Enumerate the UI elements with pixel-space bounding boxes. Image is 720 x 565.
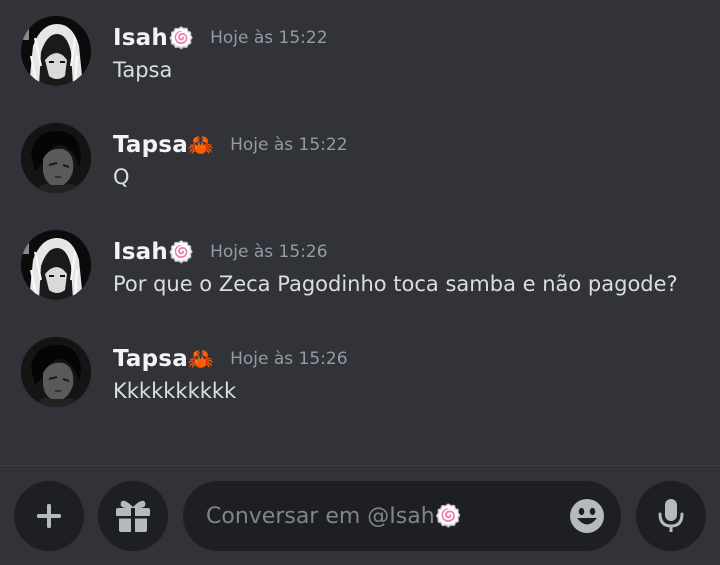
message-content: Q [113,165,130,189]
voice-button[interactable] [636,481,706,551]
timestamp: Hoje às 15:22 [210,28,328,48]
message-header: Isah 🍥 Hoje às 15:26 [113,236,328,268]
avatar-tapsa[interactable] [21,123,91,193]
message-header: Tapsa 🦀 Hoje às 15:26 [113,343,348,375]
avatar-isah[interactable] [21,230,91,300]
username[interactable]: Tapsa [113,132,188,158]
avatar-isah[interactable] [21,16,91,86]
microphone-icon [658,499,684,532]
smile-icon [570,499,604,533]
plus-icon [37,504,61,528]
badge-emoji: 🍥 [167,25,195,50]
message-item: Tapsa 🦀 Hoje às 15:26 Kkkkkkkkkk [0,321,720,407]
message-item: Tapsa 🦀 Hoje às 15:22 Q [0,107,720,193]
username[interactable]: Isah [113,239,168,265]
add-button[interactable] [14,481,84,551]
message-item: Isah 🍥 Hoje às 15:22 Tapsa [0,0,720,86]
emoji-button[interactable] [569,498,605,534]
message-content: Tapsa [113,58,173,82]
message-content: Kkkkkkkkkk [113,379,237,403]
badge-emoji: 🦀 [187,346,215,371]
message-content: Por que o Zeca Pagodinho toca samba e nã… [113,272,678,296]
message-header: Tapsa 🦀 Hoje às 15:22 [113,129,348,161]
message-item: Isah 🍥 Hoje às 15:26 Por que o Zeca Pagod… [0,214,720,300]
message-input[interactable]: Conversar em @Isah🍥 [183,481,621,551]
badge-emoji: 🦀 [187,132,215,157]
avatar-tapsa[interactable] [21,337,91,407]
gift-button[interactable] [98,481,168,551]
timestamp: Hoje às 15:26 [210,242,328,262]
badge-emoji: 🍥 [167,239,195,264]
message-composer: Conversar em @Isah🍥 [0,466,720,565]
timestamp: Hoje às 15:22 [230,135,348,155]
message-list: Isah 🍥 Hoje às 15:22 Tapsa Tapsa 🦀 Hoje às… [0,0,720,465]
gift-icon [116,500,150,532]
message-header: Isah 🍥 Hoje às 15:22 [113,22,328,54]
username[interactable]: Tapsa [113,346,188,372]
username[interactable]: Isah [113,25,168,51]
message-input-placeholder: Conversar em @Isah🍥 [206,503,463,529]
timestamp: Hoje às 15:26 [230,349,348,369]
